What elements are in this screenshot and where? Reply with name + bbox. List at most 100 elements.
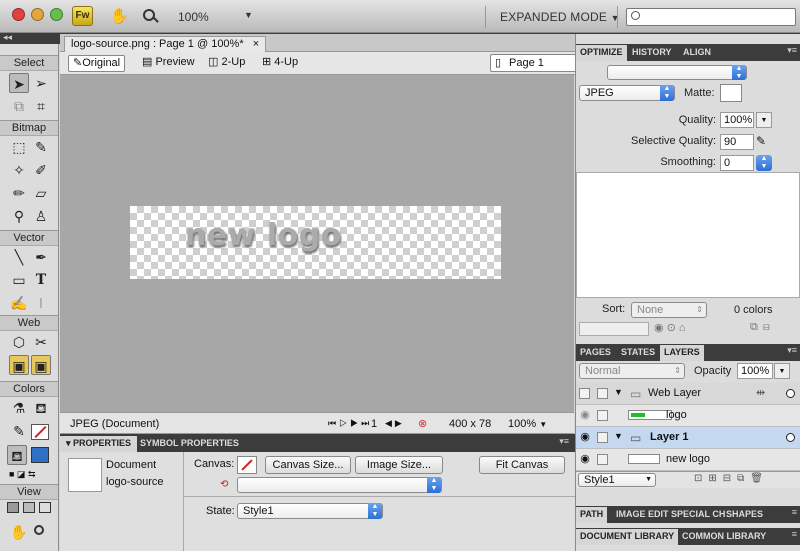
tab-symbol-properties[interactable]: SYMBOL PROPERTIES <box>134 436 245 452</box>
hand-tool-icon[interactable]: ✋ <box>9 522 29 542</box>
logo-text-object[interactable]: new logo <box>185 218 342 253</box>
workspace-switcher[interactable]: EXPANDED MODE ▼ <box>500 10 620 24</box>
text-tool-icon[interactable]: T <box>31 270 51 290</box>
chevron-updown-icon[interactable]: ▲ ▼ <box>756 155 772 171</box>
selective-quality-field[interactable]: 90 <box>720 134 754 150</box>
lock-toggle[interactable] <box>597 388 608 399</box>
knife-tool-icon[interactable]: ǀ <box>31 293 51 313</box>
opacity-dropdown-icon[interactable]: ▼ <box>774 363 790 379</box>
close-tab-icon[interactable]: × <box>253 38 259 50</box>
smoothing-field[interactable]: 0 <box>720 155 754 171</box>
opacity-field[interactable]: 100% <box>737 363 773 379</box>
fit-canvas-button[interactable]: Fit Canvas <box>479 456 565 474</box>
collapse-left-icon[interactable]: ◂◂ <box>3 32 12 43</box>
standard-mode-icon[interactable] <box>7 502 19 513</box>
tab-pages[interactable]: PAGES <box>576 345 615 361</box>
layer-target-circle[interactable] <box>786 433 795 442</box>
eye-icon[interactable]: ◉ <box>578 453 592 466</box>
playback-controls-icon[interactable]: ⏮▷▶⏭ <box>328 418 372 429</box>
matte-color-swatch[interactable] <box>720 84 742 102</box>
panel-menu-icon[interactable]: ≡ <box>792 507 797 517</box>
line-tool-icon[interactable]: ╲ <box>9 247 29 267</box>
eraser-tool-icon[interactable]: ▱ <box>31 183 51 203</box>
panel-menu-icon[interactable]: ≡ <box>792 529 797 539</box>
tab-optimize[interactable]: OPTIMIZE <box>576 45 627 61</box>
expand-triangle-icon[interactable]: ▼ <box>614 431 623 441</box>
freeform-tool-icon[interactable]: ✍ <box>9 293 29 313</box>
zoom-window-button[interactable] <box>50 8 63 21</box>
status-zoom[interactable]: 100% ▼ <box>508 418 547 430</box>
eye-icon[interactable]: ◉ <box>578 409 592 422</box>
frame-nav-icon[interactable]: ◀▶ <box>385 418 405 429</box>
eye-icon[interactable]: ◉ <box>578 431 592 444</box>
lasso-tool-icon[interactable]: ✎ <box>31 137 51 157</box>
image-size-button[interactable]: Image Size... <box>355 456 443 474</box>
panel-menu-icon[interactable]: ▾≡ <box>787 345 797 356</box>
style-select[interactable]: Style1 ▼ <box>578 473 656 487</box>
expand-triangle-icon[interactable]: ▼ <box>614 387 623 397</box>
export-format-select[interactable]: JPEG ▲ ▼ <box>579 85 675 101</box>
object-name[interactable]: logo <box>666 409 687 421</box>
tab-states[interactable]: STATES <box>617 345 659 361</box>
marquee-tool-icon[interactable]: ⬚ <box>9 137 29 157</box>
tab-shapes[interactable]: SHAPES <box>722 507 767 523</box>
scale-tool-icon[interactable]: ⧉ <box>9 96 29 116</box>
tab-document-library[interactable]: DOCUMENT LIBRARY <box>576 529 679 545</box>
hand-tool-icon[interactable]: ✋ <box>110 7 129 25</box>
canvas-size-button[interactable]: Canvas Size... <box>265 456 351 474</box>
search-input[interactable] <box>626 8 796 26</box>
stop-icon[interactable]: ⊗ <box>418 417 427 430</box>
brush-tool-icon[interactable]: ✐ <box>31 160 51 180</box>
document-tab[interactable]: logo-source.png : Page 1 @ 100%* × <box>64 36 267 52</box>
color-table-tools-icon[interactable]: ◉⊙⌂ <box>654 321 688 334</box>
layer-row[interactable]: ◉ ▼ ▭ Layer 1 <box>576 427 800 449</box>
layer-target-circle[interactable] <box>786 389 795 398</box>
zoom-tool-icon[interactable] <box>34 525 44 535</box>
pen-tool-icon[interactable]: ✒ <box>31 247 51 267</box>
view-2up-button[interactable]: ◫ 2-Up <box>204 55 249 72</box>
lock-toggle[interactable] <box>597 432 608 443</box>
fill-color-icon[interactable]: ⛾ <box>7 445 27 465</box>
sort-select[interactable]: None ⇕ <box>631 302 707 318</box>
view-original-button[interactable]: ✎Original <box>68 55 126 72</box>
canvas-color-swatch[interactable] <box>237 456 257 474</box>
rubber-stamp-tool-icon[interactable]: ♙ <box>31 206 51 226</box>
fill-color-swatch[interactable] <box>31 447 49 463</box>
tab-properties[interactable]: ▾ PROPERTIES <box>60 436 138 452</box>
layer-actions-icon[interactable]: ⊡⊞⊟⧉🗑 <box>694 473 769 484</box>
stroke-color-swatch[interactable] <box>31 424 49 440</box>
tab-common-library[interactable]: COMMON LIBRARY <box>678 529 770 545</box>
state-select[interactable]: Style1 ▲ ▼ <box>237 503 383 519</box>
blend-mode-select[interactable]: Normal ⇕ <box>579 363 685 379</box>
quality-field[interactable]: 100% <box>720 112 754 128</box>
layer-row[interactable]: ◉ new logo <box>576 449 800 471</box>
panel-menu-icon[interactable]: ▾≡ <box>559 436 569 447</box>
blur-tool-icon[interactable]: ⚲ <box>9 206 29 226</box>
view-4up-button[interactable]: ⊞ 4-Up <box>258 55 302 72</box>
tab-image-edit[interactable]: IMAGE EDIT <box>612 507 673 523</box>
color-table-actions-icon[interactable]: ⧉⊟ <box>750 321 775 334</box>
canvas-option-select[interactable]: ▲ ▼ <box>237 477 442 493</box>
full-screen-icon[interactable] <box>39 502 51 513</box>
hide-slices-icon[interactable]: ▣ <box>9 355 29 375</box>
layer-row[interactable]: ▼ ▭ Web Layer ⇹ <box>576 383 800 405</box>
crop-tool-icon[interactable]: ⌗ <box>31 96 51 116</box>
rectangle-tool-icon[interactable]: ▭ <box>9 270 29 290</box>
lock-toggle[interactable] <box>597 410 608 421</box>
tab-history[interactable]: HISTORY <box>628 45 676 61</box>
tab-align[interactable]: ALIGN <box>679 45 715 61</box>
default-colors-icon[interactable]: ■ ◪ ⇆ <box>9 469 49 479</box>
pencil-tool-icon[interactable]: ✏ <box>9 183 29 203</box>
layer-name[interactable]: Web Layer <box>648 387 701 399</box>
layer-row[interactable]: ◉ logo <box>576 405 800 427</box>
canvas-area[interactable]: new logo <box>60 75 574 412</box>
optimize-preset-select[interactable]: ▲ ▼ <box>607 65 747 80</box>
edit-selective-quality-icon[interactable]: ✎ <box>756 133 772 149</box>
tab-layers[interactable]: LAYERS <box>660 345 704 361</box>
document-name-field[interactable]: logo-source <box>106 476 163 488</box>
subselection-tool-icon[interactable]: ➢ <box>31 73 51 93</box>
object-name[interactable]: new logo <box>666 453 710 465</box>
chevron-down-icon[interactable]: ▼ <box>244 10 253 20</box>
lock-toggle[interactable] <box>597 454 608 465</box>
zoom-level[interactable]: 100% <box>178 10 209 24</box>
